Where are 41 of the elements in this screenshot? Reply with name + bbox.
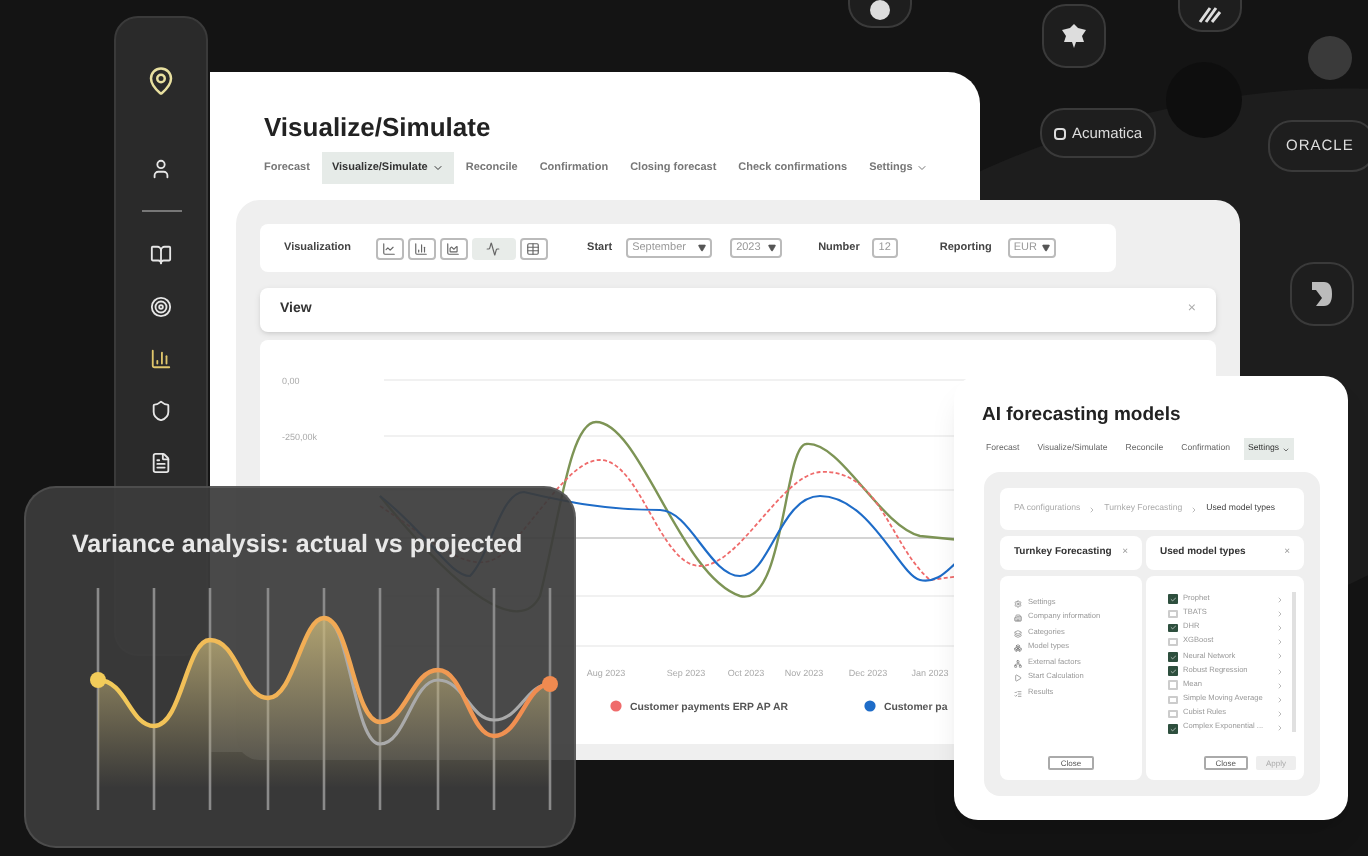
logo-icon — [146, 66, 176, 96]
table-icon — [526, 241, 541, 255]
check-icon — [1169, 725, 1176, 733]
logo-icon — [1310, 280, 1334, 308]
check-icon — [1169, 595, 1176, 603]
boxes-icon — [1014, 644, 1022, 653]
shield-icon — [150, 399, 172, 421]
caret-icon — [698, 244, 707, 252]
bar-chart-icon — [150, 347, 172, 369]
checkbox[interactable] — [1168, 637, 1177, 647]
user-icon — [150, 157, 172, 179]
line-chart-icon — [382, 241, 397, 255]
stripes-icon — [1198, 6, 1222, 24]
bar-chart-icon — [414, 241, 429, 255]
caret-icon — [768, 244, 777, 252]
list-icon — [1014, 689, 1022, 698]
checkbox[interactable] — [1168, 609, 1177, 619]
chart-type-button[interactable] — [375, 237, 404, 259]
checkbox[interactable] — [1168, 680, 1177, 690]
logo-icon — [1054, 127, 1066, 139]
caret-icon — [1041, 244, 1050, 252]
play-icon — [1014, 674, 1022, 683]
checkbox[interactable] — [1168, 695, 1177, 705]
area-chart-icon — [446, 241, 461, 255]
chart-type-button[interactable] — [471, 237, 516, 259]
book-icon — [150, 243, 172, 265]
building-icon — [1014, 614, 1022, 623]
gear-icon — [1014, 599, 1022, 608]
chart-type-button[interactable] — [519, 237, 548, 259]
wave-icon — [486, 241, 501, 255]
card-title: Variance analysis: actual vs projected — [72, 528, 523, 562]
window-title: Visualize/Simulate — [264, 110, 491, 146]
target-icon — [150, 295, 172, 317]
chart-type-button[interactable] — [439, 237, 468, 259]
chart-type-button[interactable] — [407, 237, 436, 259]
network-icon — [1014, 659, 1022, 668]
document-icon — [150, 451, 172, 473]
checkbox[interactable] — [1168, 709, 1177, 719]
window-title: AI forecasting models — [982, 402, 1181, 430]
check-icon — [1169, 624, 1176, 632]
layers-icon — [1014, 629, 1022, 638]
